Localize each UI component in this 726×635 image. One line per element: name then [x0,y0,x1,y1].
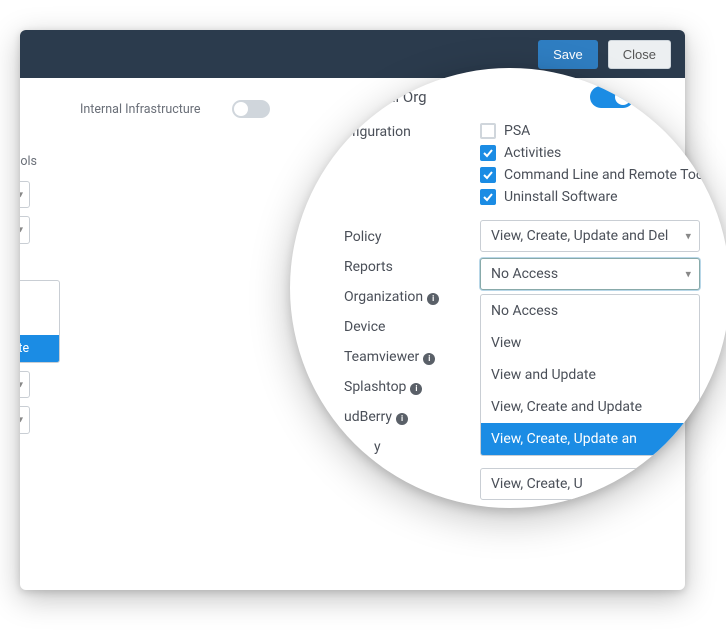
checkbox-icon [480,145,496,161]
cat-device[interactable]: Device [344,312,452,342]
opt-view[interactable]: View [481,327,699,359]
cat-last[interactable]: y [374,432,452,462]
checkbox-icon [480,167,496,183]
cat-policy[interactable]: Policy [344,222,452,252]
internal-org-toggle[interactable] [590,86,634,108]
reports-select[interactable]: No Access [480,258,700,290]
chk-psa[interactable]: PSA [480,120,704,142]
configuration-label: nfiguration [344,124,452,140]
info-icon: i [423,353,435,365]
info-icon: i [396,413,408,425]
info-icon: i [427,293,439,305]
cat-organization[interactable]: Organizationi [344,282,452,312]
bg-opt-create-update[interactable]: te and Update [20,308,59,335]
bg-select-2[interactable]: te, Update and Del [20,371,30,398]
chk-activities[interactable]: Activities [480,142,704,164]
bg-option-list[interactable]: Update te and Update te, Update and Dele… [20,280,60,363]
remote-tools-label: d Line and Remote Tools [20,154,160,169]
bg-select-3[interactable] [20,406,30,434]
cat-splashtop[interactable]: Splashtopi [344,372,452,402]
cat-teamviewer[interactable]: Teamvieweri [344,342,452,372]
cat-cloudberry[interactable]: udBerryi [344,402,452,432]
info-icon: i [410,383,422,395]
software-label: Software [20,446,160,461]
opt-view-update[interactable]: View and Update [481,359,699,391]
permission-dropdown[interactable]: No Access View View and Update View, Cre… [480,294,700,456]
policy-select[interactable]: View, Create, Update and Del [480,220,700,252]
close-button[interactable]: Close [608,40,671,69]
internal-org-label: rnal Org [374,88,427,106]
opt-no-access[interactable]: No Access [481,295,699,327]
opt-view-create-update-delete[interactable]: View, Create, Update an [481,423,699,455]
chk-cmd-remote[interactable]: Command Line and Remote Too [480,164,704,186]
bg-select-empty[interactable] [20,216,30,244]
trailing-select[interactable]: View, Create, U [480,468,650,500]
save-button[interactable]: Save [538,40,598,69]
internal-infra-label: Internal Infrastructure [80,102,200,117]
checkbox-icon [480,189,496,205]
checkbox-icon [480,123,496,139]
cat-reports[interactable]: Reports [344,252,452,282]
internal-infra-toggle[interactable] [232,100,270,118]
magnifier-view: rnal Org nfiguration Policy Reports Orga… [290,68,726,508]
bg-opt-update[interactable]: Update [20,281,59,308]
opt-view-create-update[interactable]: View, Create and Update [481,391,699,423]
chk-uninstall[interactable]: Uninstall Software [480,186,704,208]
bg-opt-create-update-delete[interactable]: te, Update and Delete [20,335,59,362]
bg-select-1[interactable]: te, Update and Del [20,181,30,208]
